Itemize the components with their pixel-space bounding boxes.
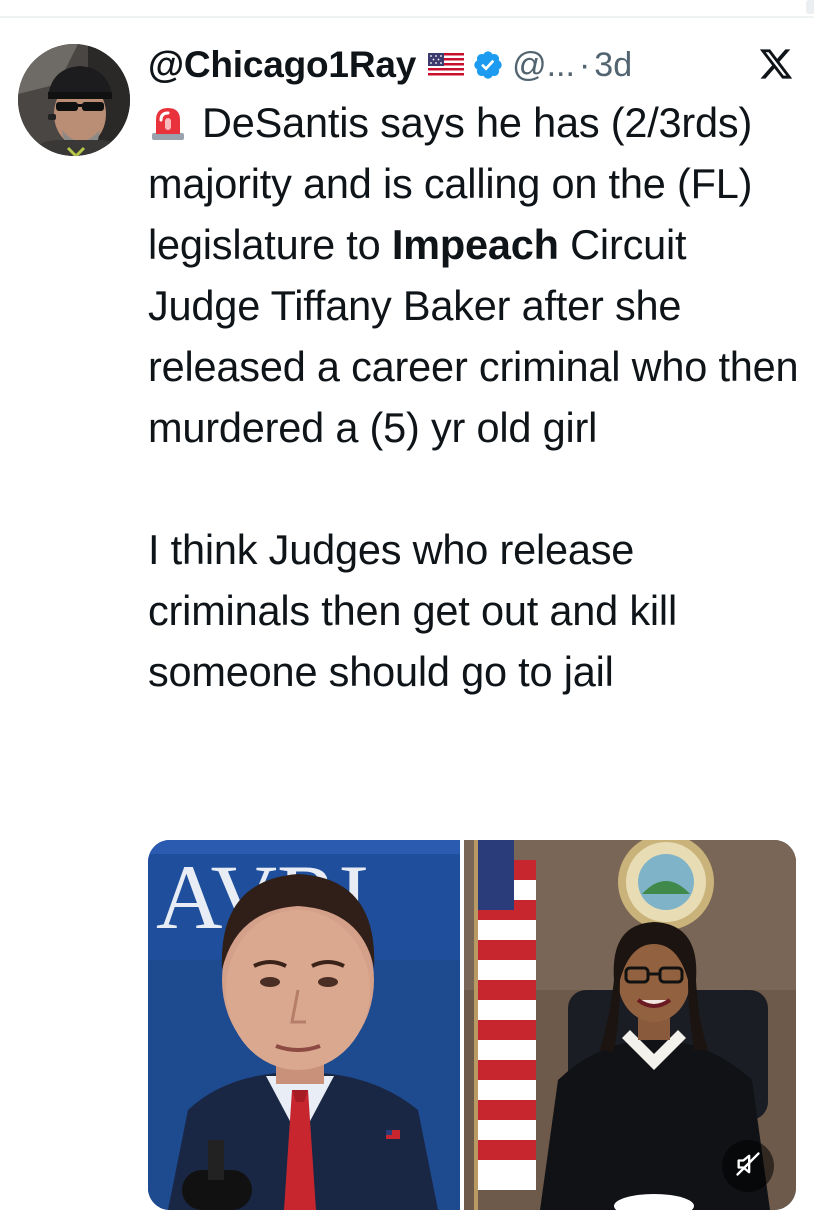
separator-dot: ·	[578, 45, 591, 84]
speaker-muted-icon	[734, 1150, 762, 1183]
verified-badge-icon[interactable]	[472, 49, 504, 81]
tweet-media[interactable]: AVRI	[148, 840, 796, 1210]
scroll-indicator	[806, 0, 814, 14]
tweet-body: DeSantis says he has (2/3rds) majority a…	[148, 92, 803, 702]
author-username[interactable]: @...	[512, 46, 575, 85]
tweet-text-paragraph2: I think Judges who release criminals the…	[148, 526, 689, 695]
tweet-text-bold: Impeach	[391, 221, 559, 268]
rotating-light-icon	[148, 97, 188, 140]
author-handle[interactable]: @Chicago1Ray	[148, 44, 416, 86]
x-logo-icon[interactable]	[758, 46, 794, 82]
mute-button[interactable]	[722, 1140, 774, 1192]
timestamp[interactable]: 3d	[594, 46, 632, 85]
us-flag-icon	[428, 53, 465, 77]
top-divider	[0, 16, 814, 18]
avatar[interactable]	[18, 44, 130, 156]
tweet-header: @Chicago1Ray @... · 3d	[148, 40, 798, 90]
